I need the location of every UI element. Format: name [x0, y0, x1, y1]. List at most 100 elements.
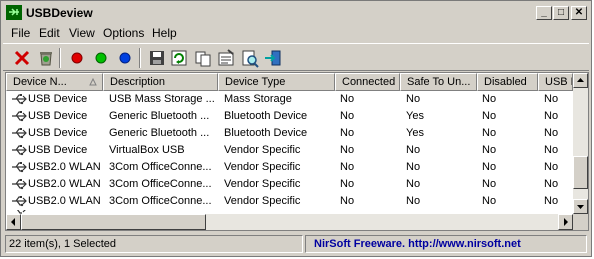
table-cell: No — [482, 144, 497, 156]
table-cell: No — [482, 93, 497, 105]
arrow-left-icon — [11, 218, 15, 226]
red-dot-icon[interactable] — [67, 48, 87, 68]
window-title: USBDeview — [26, 6, 93, 20]
minimize-button[interactable]: _ — [536, 6, 552, 20]
table-cell: USB2.0 WLAN — [28, 161, 101, 173]
menu-edit[interactable]: Edit — [39, 26, 60, 40]
usb-device-icon — [12, 111, 27, 122]
table-cell: No — [482, 178, 497, 190]
app-window: USBDeview _ □ ✕ File Edit View Options H… — [0, 0, 592, 257]
usb-device-icon — [12, 145, 27, 156]
table-cell: USB Device — [28, 110, 88, 122]
table-cell: No — [406, 195, 421, 207]
table-cell: USB Device — [28, 93, 88, 105]
title-bar[interactable]: USBDeview _ □ ✕ — [3, 3, 589, 22]
horizontal-scrollbar[interactable] — [6, 214, 573, 230]
table-cell: No — [482, 110, 497, 122]
scroll-down-button[interactable] — [573, 199, 588, 214]
table-cell: Vendor Specific — [224, 178, 301, 190]
table-row[interactable]: USB Device USB Mass Storage ... Mass Stora… — [6, 91, 573, 108]
table-cell: No — [482, 127, 497, 139]
table-cell: No — [482, 161, 497, 173]
column-header-usb-hub[interactable]: USB H — [538, 73, 573, 91]
table-cell: 3Com OfficeConne... — [109, 178, 212, 190]
column-header-description[interactable]: Description — [103, 73, 218, 91]
toolbar-separator — [59, 48, 61, 68]
vertical-scrollbar[interactable] — [573, 73, 588, 214]
table-cell: No — [406, 93, 421, 105]
table-row[interactable]: USB2.0 WLAN 3Com OfficeConne... Vendor Spe… — [6, 176, 573, 193]
save-icon[interactable] — [147, 48, 167, 68]
table-cell: USB Mass Storage ... — [109, 93, 215, 105]
table-cell: Yes — [406, 127, 424, 139]
table-cell: Generic Bluetooth ... — [109, 127, 210, 139]
table-cell: USB2.0 WLAN — [28, 195, 101, 207]
column-header-connected[interactable]: Connected — [335, 73, 400, 91]
table-cell: Mass Storage — [224, 93, 292, 105]
nirsoft-credit-link[interactable]: NirSoft Freeware. http://www.nirsoft.net — [305, 235, 587, 253]
table-cell: No — [544, 161, 559, 173]
table-cell: VirtualBox USB — [109, 144, 185, 156]
vertical-scroll-thumb[interactable] — [573, 156, 588, 189]
toolbar — [3, 43, 589, 71]
table-cell: Vendor Specific — [224, 161, 301, 173]
table-cell: No — [544, 127, 559, 139]
usb-app-icon — [6, 5, 22, 20]
menu-help[interactable]: Help — [152, 26, 177, 40]
table-cell: No — [340, 127, 355, 139]
device-list[interactable]: Device N... Description Device Type Conn… — [5, 72, 589, 231]
table-row[interactable]: USB Device Generic Bluetooth ... Bluetooth… — [6, 108, 573, 125]
table-cell: No — [544, 144, 559, 156]
usb-device-icon — [12, 162, 27, 173]
status-bar: 22 item(s), 1 Selected NirSoft Freeware.… — [3, 233, 589, 255]
column-header-device-name[interactable]: Device N... — [6, 73, 103, 91]
table-cell: No — [406, 144, 421, 156]
table-cell: Vendor Specific — [224, 144, 301, 156]
table-row[interactable]: USB Device VirtualBox USB Vendor Specific N… — [6, 142, 573, 159]
menu-view[interactable]: View — [69, 26, 95, 40]
table-cell: Yes — [406, 110, 424, 122]
table-row[interactable]: USB2.0 WLAN 3Com OfficeConne... Vendor Spe… — [6, 193, 573, 210]
arrow-down-icon — [577, 205, 584, 209]
table-cell: Bluetooth Device — [224, 127, 308, 139]
table-row[interactable]: USB Device Generic Bluetooth ... Bluetooth… — [6, 125, 573, 142]
column-header-safe-to-unplug[interactable]: Safe To Un... — [400, 73, 477, 91]
table-cell: No — [340, 144, 355, 156]
table-cell: USB Device — [28, 127, 88, 139]
refresh-icon[interactable] — [169, 48, 189, 68]
find-icon[interactable] — [240, 48, 260, 68]
arrow-up-icon — [577, 78, 584, 82]
table-cell: No — [544, 178, 559, 190]
close-button[interactable]: ✕ — [571, 6, 587, 20]
copy-icon[interactable] — [193, 48, 213, 68]
table-cell: USB Device — [28, 144, 88, 156]
column-header-device-type[interactable]: Device Type — [218, 73, 335, 91]
table-cell: No — [406, 161, 421, 173]
status-item-count: 22 item(s), 1 Selected — [5, 235, 303, 253]
table-cell: No — [340, 195, 355, 207]
menu-options[interactable]: Options — [103, 26, 144, 40]
blue-dot-icon[interactable] — [115, 48, 135, 68]
properties-icon[interactable] — [216, 48, 236, 68]
menu-file[interactable]: File — [11, 26, 30, 40]
maximize-button[interactable]: □ — [553, 6, 569, 20]
table-cell: No — [482, 195, 497, 207]
table-cell: USB2.0 WLAN — [28, 178, 101, 190]
exit-icon[interactable] — [263, 48, 283, 68]
toolbar-separator — [139, 48, 141, 68]
list-header: Device N... Description Device Type Conn… — [6, 73, 573, 91]
green-dot-icon[interactable] — [91, 48, 111, 68]
menu-bar: File Edit View Options Help — [3, 24, 589, 42]
table-cell: No — [340, 93, 355, 105]
scroll-up-button[interactable] — [573, 73, 588, 88]
usb-device-icon — [12, 128, 27, 139]
horizontal-scroll-thumb[interactable] — [21, 214, 206, 230]
table-row[interactable]: USB2.0 WLAN 3Com OfficeConne... Vendor Spe… — [6, 159, 573, 176]
scroll-right-button[interactable] — [558, 214, 573, 230]
uninstall-icon[interactable] — [36, 48, 56, 68]
usb-device-icon — [12, 94, 27, 105]
column-header-disabled[interactable]: Disabled — [477, 73, 538, 91]
usb-device-icon — [12, 196, 27, 207]
disconnect-icon[interactable] — [12, 48, 32, 68]
scroll-left-button[interactable] — [6, 214, 21, 230]
